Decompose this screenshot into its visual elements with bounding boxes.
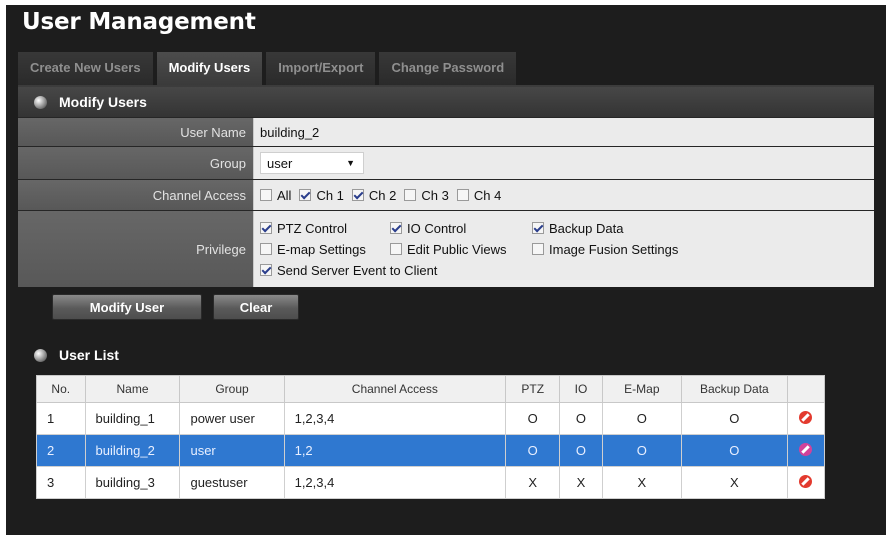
section-bullet-icon [34, 348, 47, 362]
cell-emap: O [601, 402, 683, 435]
user-list-title: User List [59, 347, 119, 363]
cell-ptz: O [505, 434, 561, 467]
edit-public-views-checkbox[interactable]: Edit Public Views [390, 242, 532, 257]
channel-3-checkbox[interactable]: Ch 3 [404, 188, 449, 203]
cell-ptz: O [505, 402, 561, 435]
user-list-header: User List [18, 343, 119, 367]
channel-4-checkbox[interactable]: Ch 4 [456, 188, 501, 203]
cell-io: O [559, 434, 603, 467]
checkbox-icon[interactable] [456, 189, 469, 201]
delete-icon[interactable] [799, 410, 813, 424]
cell-emap: O [601, 434, 683, 467]
username-row: User Name building_2 [18, 117, 874, 146]
modify-users-header: Modify Users [18, 87, 874, 117]
channel-access-label: Channel Access [18, 180, 253, 210]
section-bullet-icon [34, 95, 47, 109]
cell-name: building_2 [84, 434, 181, 467]
checkbox-icon[interactable] [351, 189, 364, 201]
user-management-window: User Management Create New Users Modify … [6, 5, 886, 535]
privilege-row: Privilege PTZ Control IO Control Backup … [18, 210, 874, 287]
cell-no: 2 [36, 434, 86, 467]
cell-no: 1 [36, 402, 86, 435]
column-header-group[interactable]: Group [179, 375, 285, 403]
user-list-table: No. Name Group Channel Access PTZ IO E-M… [36, 375, 826, 499]
checkbox-icon[interactable] [260, 189, 272, 201]
delete-icon[interactable] [799, 442, 813, 456]
backup-data-checkbox[interactable]: Backup Data [532, 221, 712, 236]
privilege-label: Privilege [18, 211, 253, 287]
cell-backup: X [681, 466, 788, 499]
channel-1-checkbox[interactable]: Ch 1 [299, 188, 344, 203]
ptz-control-checkbox[interactable]: PTZ Control [260, 221, 390, 236]
image-fusion-settings-checkbox[interactable]: Image Fusion Settings [532, 242, 712, 257]
cell-channels: 1,2 [283, 434, 507, 467]
table-row[interactable]: 1 building_1 power user 1,2,3,4 O O O O [36, 402, 826, 435]
checkbox-icon[interactable] [299, 189, 312, 201]
cell-name: building_3 [84, 466, 181, 499]
column-header-channel-access[interactable]: Channel Access [283, 375, 507, 403]
username-field[interactable]: building_2 [253, 118, 874, 146]
cell-ptz: X [505, 466, 561, 499]
modify-users-title: Modify Users [59, 94, 147, 110]
modify-users-panel: Modify Users User Name building_2 Group … [18, 87, 874, 287]
checkbox-icon[interactable] [404, 189, 417, 201]
group-select-value: user [267, 155, 293, 171]
column-header-io[interactable]: IO [559, 375, 603, 403]
group-select[interactable]: user ▼ [260, 152, 364, 174]
cell-name: building_1 [84, 402, 181, 435]
checkbox-icon[interactable] [260, 264, 272, 276]
checkbox-icon[interactable] [390, 243, 402, 255]
column-header-backup-data[interactable]: Backup Data [681, 375, 788, 403]
checkbox-icon[interactable] [532, 243, 544, 255]
cell-emap: X [601, 466, 683, 499]
io-control-checkbox[interactable]: IO Control [390, 221, 532, 236]
channel-access-row: Channel Access All Ch 1 Ch 2 Ch 3 Ch 4 [18, 179, 874, 210]
column-header-no[interactable]: No. [36, 375, 86, 403]
cell-group: power user [179, 402, 285, 435]
username-label: User Name [18, 118, 253, 146]
send-server-event-checkbox[interactable]: Send Server Event to Client [260, 263, 712, 278]
privilege-checkbox-group: PTZ Control IO Control Backup Data E-map… [260, 215, 712, 284]
cell-backup: O [681, 434, 788, 467]
modify-user-button[interactable]: Modify User [52, 294, 202, 320]
cell-io: O [559, 402, 603, 435]
checkbox-icon[interactable] [260, 243, 272, 255]
tab-change-password[interactable]: Change Password [379, 52, 517, 86]
table-row[interactable]: 2 building_2 user 1,2 O O O O [36, 434, 826, 467]
cell-channels: 1,2,3,4 [283, 402, 507, 435]
tab-import-export[interactable]: Import/Export [266, 52, 376, 86]
cell-backup: O [681, 402, 788, 435]
cell-io: X [559, 466, 603, 499]
group-row: Group user ▼ [18, 146, 874, 179]
checkbox-icon[interactable] [260, 222, 272, 234]
column-header-name[interactable]: Name [84, 375, 181, 403]
cell-channels: 1,2,3,4 [283, 466, 507, 499]
delete-icon[interactable] [799, 474, 813, 488]
checkbox-icon[interactable] [532, 222, 544, 234]
page-title: User Management [22, 9, 256, 35]
group-label: Group [18, 147, 253, 179]
column-header-actions [786, 375, 826, 403]
table-header-row: No. Name Group Channel Access PTZ IO E-M… [36, 375, 826, 403]
cell-no: 3 [36, 466, 86, 499]
channel-all-checkbox[interactable]: All [260, 188, 291, 203]
cell-group: user [179, 434, 285, 467]
tab-bar: Create New Users Modify Users Import/Exp… [18, 52, 520, 86]
checkbox-icon[interactable] [390, 222, 402, 234]
emap-settings-checkbox[interactable]: E-map Settings [260, 242, 390, 257]
column-header-emap[interactable]: E-Map [601, 375, 683, 403]
cell-group: guestuser [179, 466, 285, 499]
tab-modify-users[interactable]: Modify Users [156, 52, 263, 86]
channel-2-checkbox[interactable]: Ch 2 [351, 188, 396, 203]
column-header-ptz[interactable]: PTZ [505, 375, 561, 403]
channel-checkbox-group: All Ch 1 Ch 2 Ch 3 Ch 4 [260, 188, 509, 203]
clear-button[interactable]: Clear [213, 294, 299, 320]
tab-create-new-users[interactable]: Create New Users [18, 52, 153, 86]
chevron-down-icon: ▼ [346, 158, 355, 168]
table-row[interactable]: 3 building_3 guestuser 1,2,3,4 X X X X [36, 466, 826, 499]
